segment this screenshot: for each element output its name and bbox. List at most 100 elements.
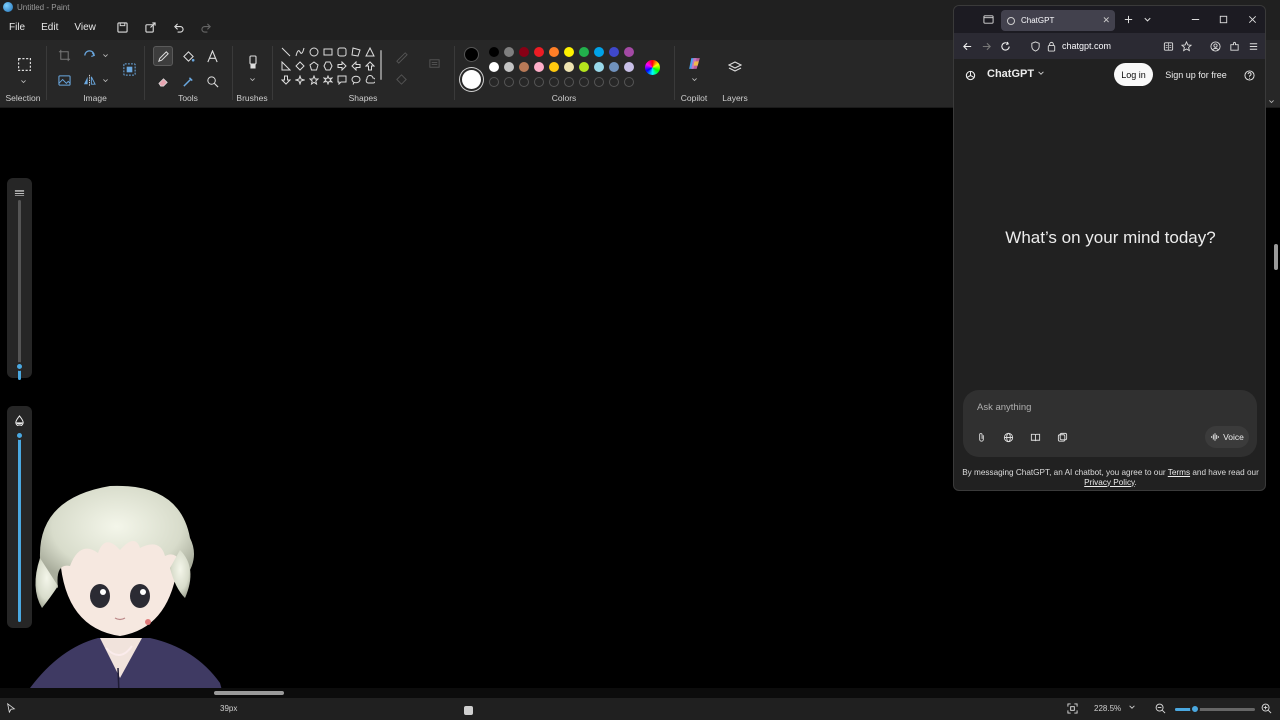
selection-rectangle-icon[interactable]	[14, 54, 34, 74]
oval-callout-shape-icon[interactable]	[350, 74, 362, 86]
close-tab-icon[interactable]: ✕	[1102, 15, 1110, 26]
right-triangle-shape-icon[interactable]	[280, 60, 292, 72]
rect-callout-shape-icon[interactable]	[336, 74, 348, 86]
custom-color-slot[interactable]	[534, 77, 544, 87]
zoom-out-icon[interactable]	[1155, 703, 1167, 715]
eraser-icon[interactable]	[154, 72, 172, 90]
address-bar[interactable]: chatgpt.com	[1062, 36, 1222, 56]
edit-colors-icon[interactable]	[645, 60, 660, 75]
rounded-rectangle-shape-icon[interactable]	[336, 46, 348, 58]
custom-color-slot[interactable]	[489, 77, 499, 87]
color-swatch[interactable]	[594, 62, 604, 72]
magnifier-icon[interactable]	[203, 72, 221, 90]
chevron-down-icon[interactable]	[243, 70, 261, 88]
shape-size-icon[interactable]	[425, 54, 443, 72]
save-icon[interactable]	[114, 18, 132, 36]
triangle-shape-icon[interactable]	[364, 46, 376, 58]
undo-icon[interactable]	[170, 18, 188, 36]
pentagon-shape-icon[interactable]	[308, 60, 320, 72]
signup-button[interactable]: Sign up for free	[1161, 63, 1231, 86]
left-arrow-shape-icon[interactable]	[350, 60, 362, 72]
shape-fill-icon[interactable]	[392, 70, 410, 88]
chatgpt-logo-icon[interactable]	[963, 68, 977, 82]
color-swatch[interactable]	[504, 62, 514, 72]
zoom-in-icon[interactable]	[1261, 703, 1273, 715]
custom-color-slot[interactable]	[579, 77, 589, 87]
attach-icon[interactable]	[972, 428, 990, 446]
terms-link[interactable]: Terms	[1168, 468, 1190, 477]
hexagon-shape-icon[interactable]	[322, 60, 334, 72]
polygon-shape-icon[interactable]	[350, 46, 362, 58]
color-swatch[interactable]	[564, 47, 574, 57]
menu-file[interactable]: File	[0, 22, 33, 33]
color-swatch[interactable]	[504, 47, 514, 57]
color-swatch[interactable]	[489, 47, 499, 57]
chevron-down-icon[interactable]	[1128, 703, 1138, 713]
right-arrow-shape-icon[interactable]	[336, 60, 348, 72]
horizontal-scrollbar[interactable]	[0, 688, 1280, 698]
color-swatch[interactable]	[519, 62, 529, 72]
fit-to-window-icon[interactable]	[1067, 703, 1080, 715]
color-swatch[interactable]	[534, 47, 544, 57]
color-swatch[interactable]	[489, 62, 499, 72]
forward-icon[interactable]	[979, 39, 993, 53]
slider-thumb[interactable]	[15, 431, 24, 440]
color-swatch[interactable]	[564, 62, 574, 72]
lock-icon[interactable]	[1044, 39, 1058, 53]
color-swatch[interactable]	[579, 47, 589, 57]
privacy-policy-link[interactable]: Privacy Policy	[1084, 478, 1134, 487]
color-swatch[interactable]	[534, 62, 544, 72]
chevron-down-icon[interactable]	[685, 70, 703, 88]
color-swatch[interactable]	[624, 47, 634, 57]
custom-color-slot[interactable]	[504, 77, 514, 87]
secondary-color[interactable]	[462, 70, 481, 89]
custom-color-slot[interactable]	[609, 77, 619, 87]
ask-input[interactable]: Ask anything	[977, 402, 1031, 413]
cloud-callout-shape-icon[interactable]	[364, 74, 376, 86]
back-icon[interactable]	[960, 39, 974, 53]
voice-button[interactable]: Voice	[1205, 426, 1249, 448]
model-selector[interactable]: ChatGPT	[987, 68, 1045, 80]
color-swatch[interactable]	[624, 62, 634, 72]
vertical-scrollbar-thumb[interactable]	[1274, 244, 1278, 270]
custom-color-slot[interactable]	[549, 77, 559, 87]
minimize-icon[interactable]	[1188, 12, 1202, 26]
text-icon[interactable]	[203, 47, 221, 65]
image-icon[interactable]	[55, 71, 73, 89]
reader-view-icon[interactable]	[1161, 39, 1175, 53]
login-button[interactable]: Log in	[1114, 63, 1153, 86]
fill-bucket-icon[interactable]	[179, 47, 197, 65]
color-swatch[interactable]	[519, 47, 529, 57]
pencil-icon[interactable]	[153, 46, 173, 66]
color-swatch[interactable]	[579, 62, 589, 72]
reload-icon[interactable]	[998, 39, 1012, 53]
close-window-icon[interactable]	[1245, 12, 1259, 26]
tab-list-chevron-icon[interactable]	[1140, 12, 1154, 26]
custom-color-slot[interactable]	[519, 77, 529, 87]
color-swatch[interactable]	[594, 47, 604, 57]
account-icon[interactable]	[1208, 39, 1222, 53]
help-icon[interactable]	[1242, 68, 1256, 82]
five-point-star-shape-icon[interactable]	[308, 74, 320, 86]
curve-shape-icon[interactable]	[294, 46, 306, 58]
search-globe-icon[interactable]	[999, 428, 1017, 446]
color-picker-icon[interactable]	[179, 72, 197, 90]
chevron-down-icon[interactable]	[14, 72, 32, 90]
diamond-shape-icon[interactable]	[294, 60, 306, 72]
rectangle-shape-icon[interactable]	[322, 46, 334, 58]
image-create-icon[interactable]	[1053, 428, 1071, 446]
horizontal-scrollbar-thumb[interactable]	[214, 691, 284, 695]
color-swatch[interactable]	[609, 62, 619, 72]
line-shape-icon[interactable]	[280, 46, 292, 58]
color-swatch[interactable]	[549, 47, 559, 57]
image-crop-select-icon[interactable]	[118, 58, 140, 80]
shape-outline-icon[interactable]	[392, 48, 410, 66]
color-swatch[interactable]	[609, 47, 619, 57]
menu-hamburger-icon[interactable]	[1246, 39, 1260, 53]
color-swatch[interactable]	[549, 62, 559, 72]
zoom-slider-thumb[interactable]	[1190, 704, 1200, 714]
bookmark-star-icon[interactable]	[1179, 39, 1193, 53]
primary-color[interactable]	[464, 47, 479, 62]
menu-view[interactable]: View	[66, 22, 104, 33]
chat-composer[interactable]: Ask anything Voice	[963, 390, 1257, 457]
